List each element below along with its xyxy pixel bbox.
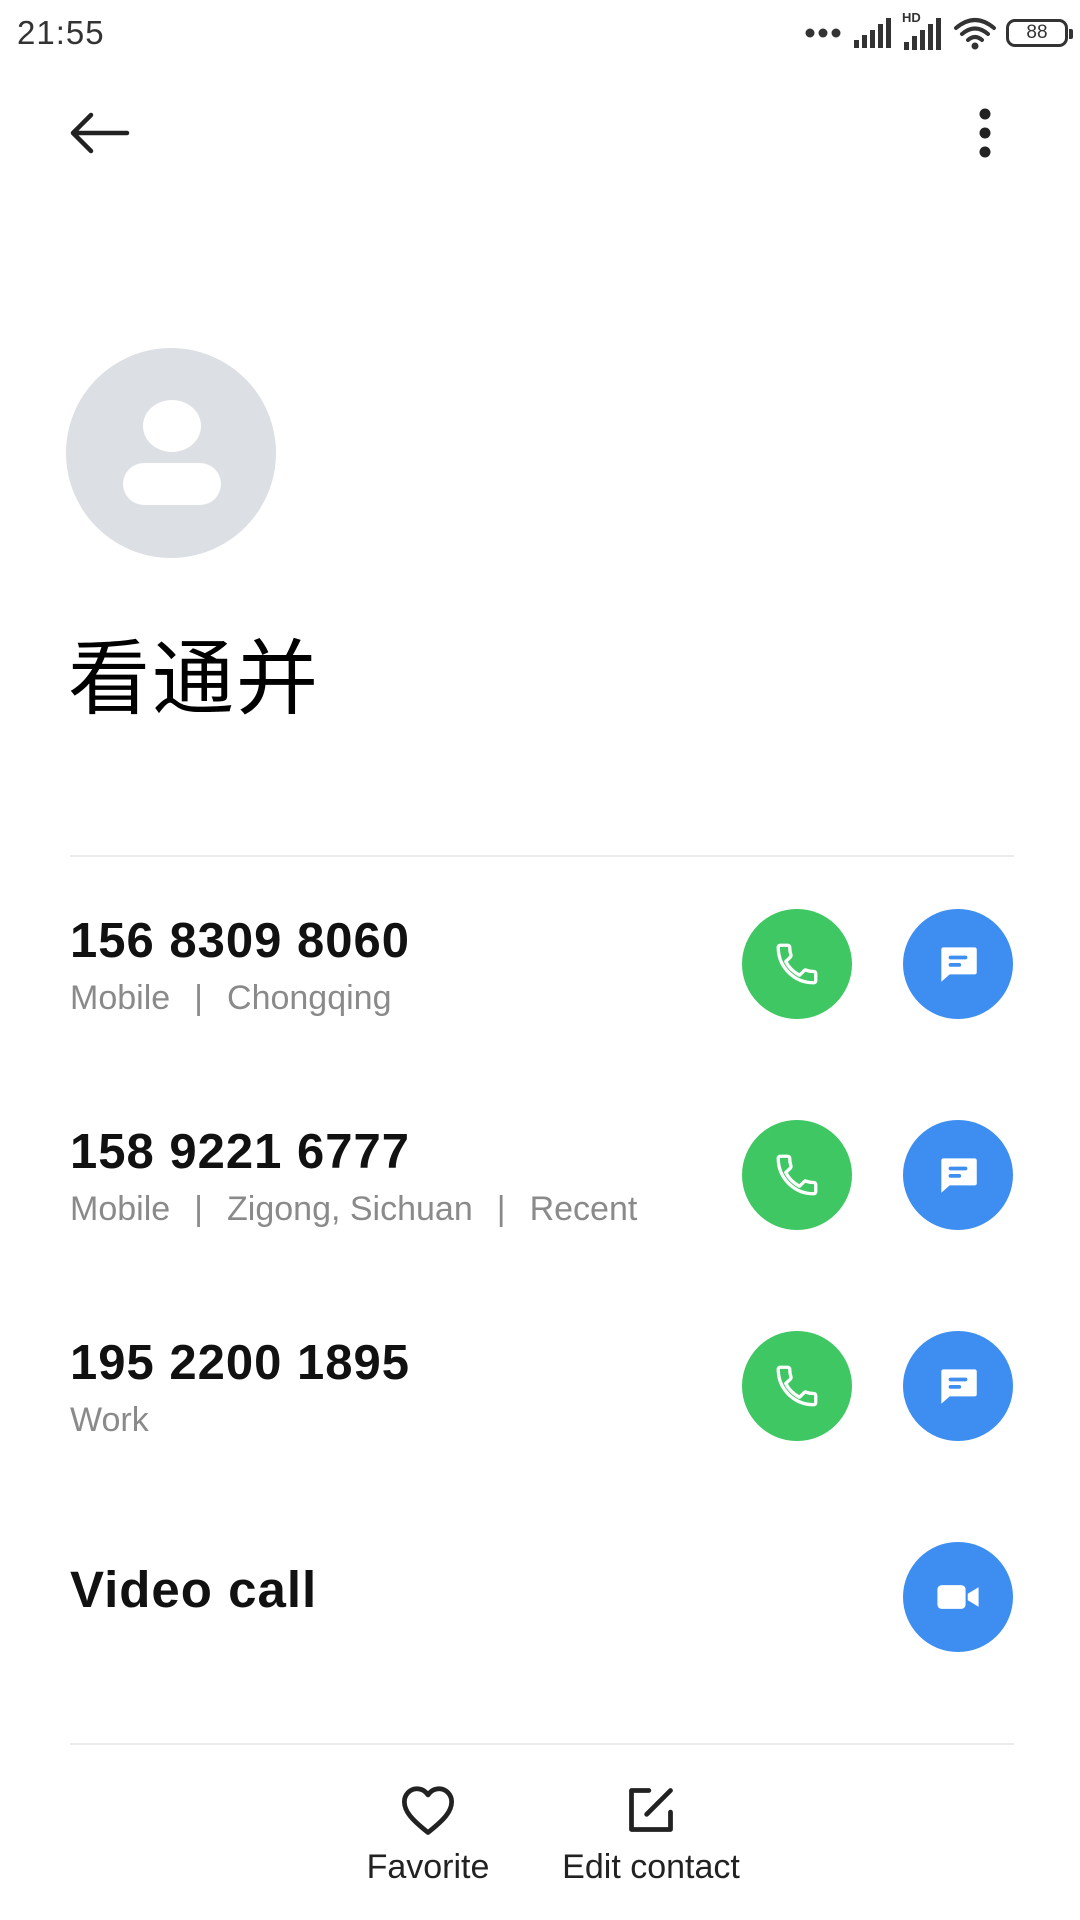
message-button[interactable] bbox=[903, 1120, 1013, 1230]
favorite-button[interactable]: Favorite bbox=[352, 1784, 504, 1887]
more-options-button[interactable] bbox=[960, 104, 1010, 162]
video-call-button[interactable] bbox=[903, 1542, 1013, 1652]
signal-icon bbox=[854, 18, 891, 48]
phone-number: 158 9221 6777 bbox=[70, 1125, 410, 1179]
phone-meta: Work bbox=[70, 1401, 149, 1440]
phone-number: 156 8309 8060 bbox=[70, 914, 410, 968]
video-call-row[interactable]: Video call bbox=[0, 1526, 1080, 1696]
phone-type: Mobile bbox=[70, 979, 171, 1017]
status-icons: HD 88 bbox=[804, 10, 1073, 54]
phone-location: Zigong, Sichuan bbox=[227, 1190, 473, 1228]
edit-icon bbox=[629, 1788, 673, 1832]
phone-location: Chongqing bbox=[227, 979, 392, 1017]
message-icon bbox=[941, 947, 977, 982]
phone-icon bbox=[776, 1365, 818, 1407]
battery-level: 88 bbox=[1026, 22, 1048, 43]
message-icon bbox=[941, 1158, 977, 1193]
more-dots-icon bbox=[805, 28, 841, 38]
message-icon bbox=[941, 1369, 977, 1404]
meta-separator: | bbox=[496, 1190, 506, 1228]
call-button[interactable] bbox=[742, 1331, 852, 1441]
signal-hd-icon: HD bbox=[902, 10, 944, 52]
call-button[interactable] bbox=[742, 1120, 852, 1230]
phone-extra: Recent bbox=[529, 1190, 638, 1228]
contact-avatar bbox=[66, 348, 276, 558]
back-button[interactable] bbox=[62, 104, 138, 162]
arrow-left-icon bbox=[70, 112, 130, 154]
divider-top bbox=[70, 855, 1014, 857]
message-button[interactable] bbox=[903, 1331, 1013, 1441]
video-camera-icon bbox=[937, 1585, 979, 1609]
meta-separator: | bbox=[194, 1190, 204, 1228]
video-call-label: Video call bbox=[70, 1561, 318, 1618]
edit-contact-label: Edit contact bbox=[562, 1848, 740, 1886]
phone-meta: Mobile | Zigong, Sichuan | Recent bbox=[70, 1190, 637, 1229]
heart-outline-icon bbox=[402, 1786, 454, 1835]
phone-number: 195 2200 1895 bbox=[70, 1336, 410, 1390]
favorite-label: Favorite bbox=[366, 1848, 490, 1886]
phone-icon bbox=[776, 1154, 818, 1196]
phone-row[interactable]: 195 2200 1895 Work bbox=[0, 1315, 1080, 1485]
divider-bottom bbox=[70, 1743, 1014, 1745]
edit-contact-button[interactable]: Edit contact bbox=[553, 1784, 749, 1887]
wifi-icon bbox=[954, 18, 996, 50]
phone-icon bbox=[776, 943, 818, 985]
phone-type: Work bbox=[70, 1401, 149, 1439]
phone-type: Mobile bbox=[70, 1190, 171, 1228]
phone-row[interactable]: 158 9221 6777 Mobile | Zigong, Sichuan | Rec… bbox=[0, 1104, 1080, 1274]
battery-icon: 88 bbox=[1006, 19, 1073, 47]
contact-name: 看通并 bbox=[68, 632, 321, 727]
status-bar: 21:55 HD 88 bbox=[0, 0, 1080, 66]
phone-row[interactable]: 156 8309 8060 Mobile | Chongqing bbox=[0, 893, 1080, 1063]
call-button[interactable] bbox=[742, 909, 852, 1019]
phone-meta: Mobile | Chongqing bbox=[70, 979, 392, 1018]
message-button[interactable] bbox=[903, 909, 1013, 1019]
status-time: 21:55 bbox=[17, 14, 105, 51]
meta-separator: | bbox=[194, 979, 204, 1017]
more-vertical-icon bbox=[979, 108, 991, 158]
